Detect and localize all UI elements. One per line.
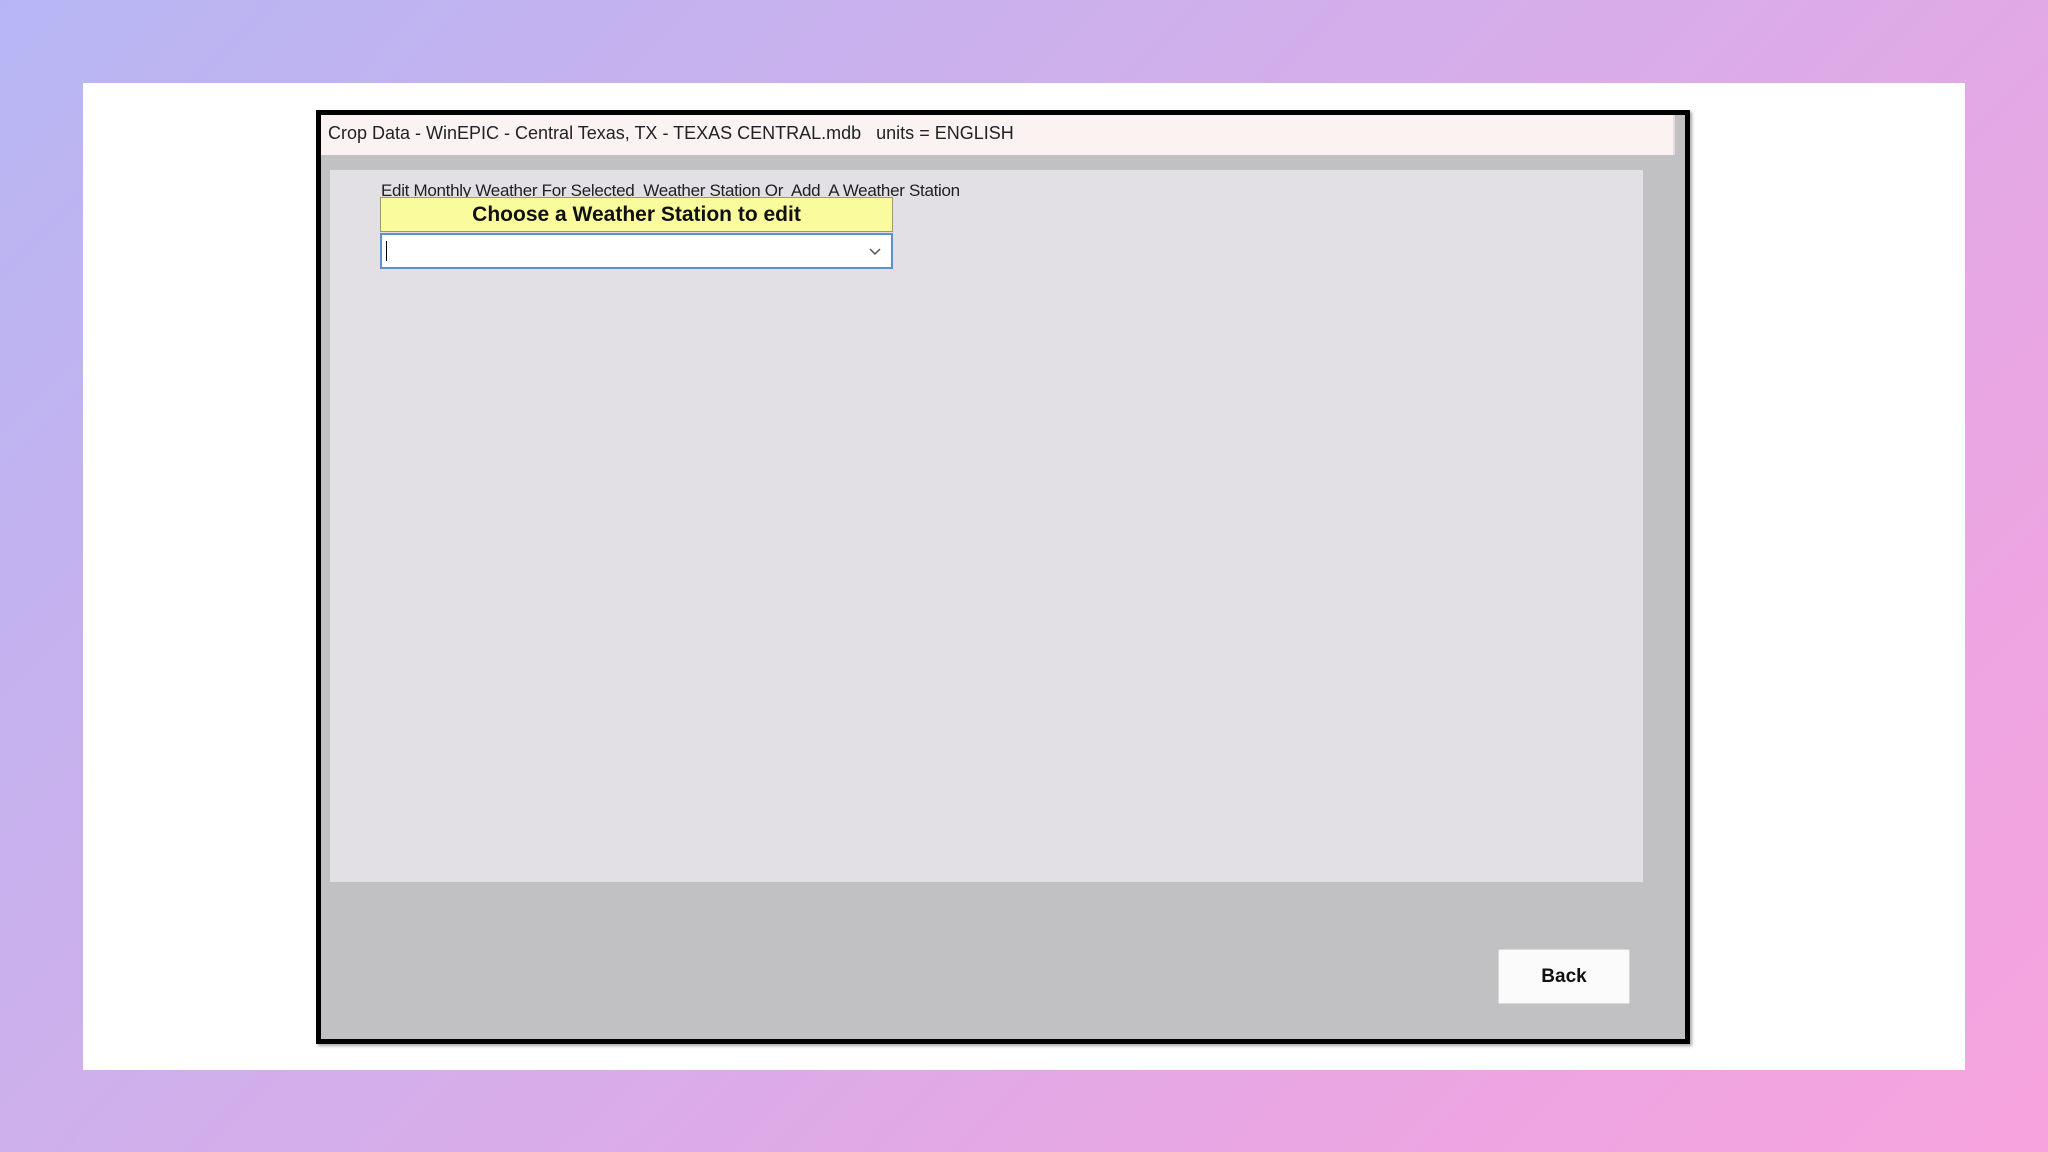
crop-data-window: Crop Data - WinEPIC - Central Texas, TX … (316, 110, 1690, 1044)
choose-station-label: Choose a Weather Station to edit (380, 197, 893, 232)
chevron-down-icon[interactable] (863, 239, 887, 263)
weather-station-panel: Edit Monthly Weather For Selected Weathe… (330, 170, 1643, 882)
title-bar: Crop Data - WinEPIC - Central Texas, TX … (321, 115, 1675, 155)
weather-station-select[interactable] (380, 233, 893, 269)
window-title: Crop Data - WinEPIC - Central Texas, TX … (328, 123, 1014, 143)
back-button[interactable]: Back (1498, 949, 1630, 1004)
text-cursor (386, 241, 387, 261)
